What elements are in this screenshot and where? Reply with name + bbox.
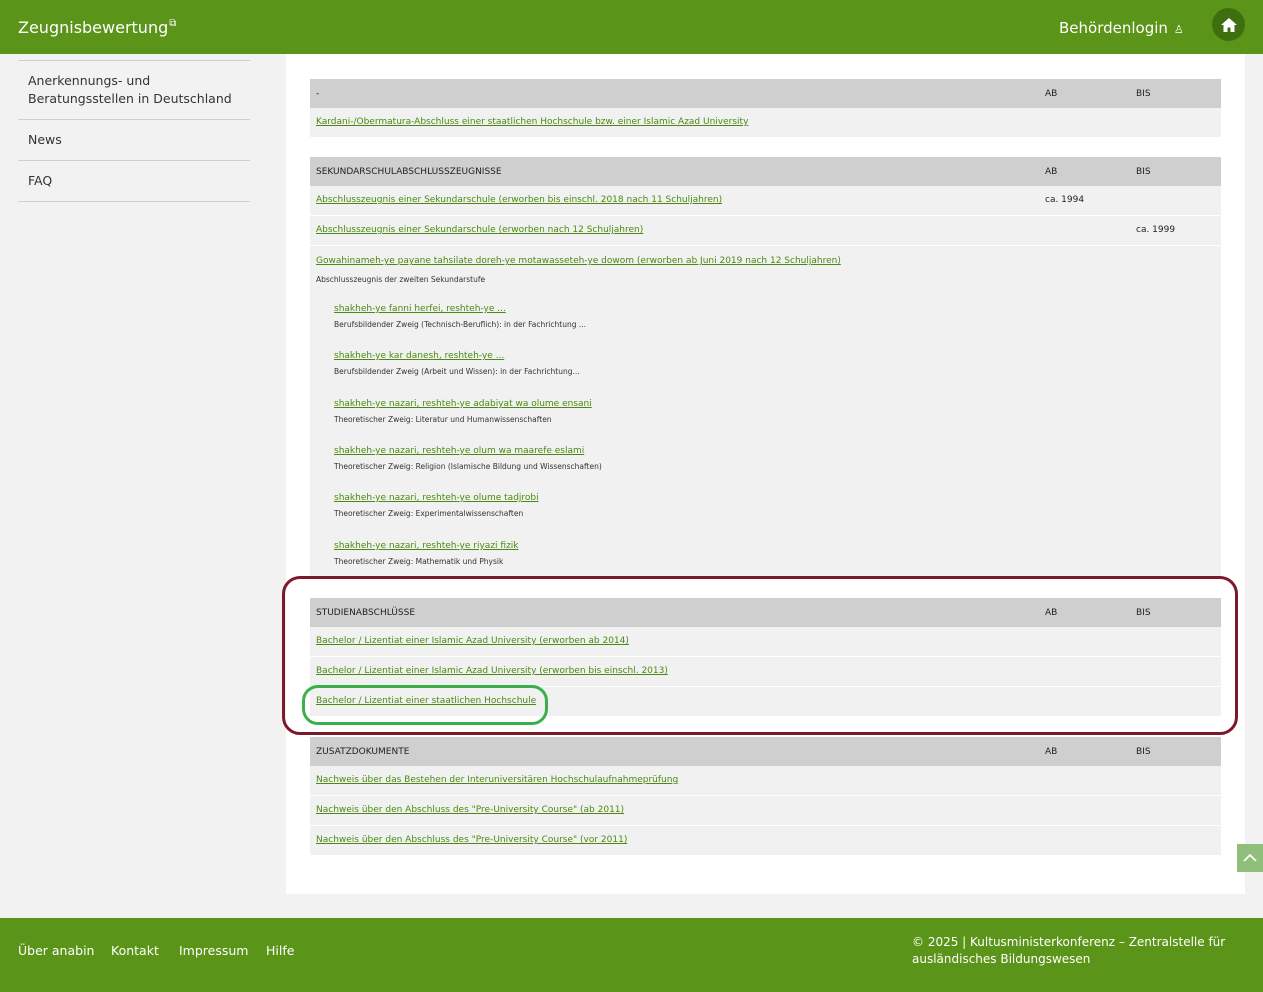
sub-document-description: Theoretischer Zweig: Mathematik und Phys… — [334, 557, 504, 566]
sub-document-link[interactable]: shakheh-ye kar danesh, reshteh-ye ... — [334, 351, 580, 361]
sidebar-item-faq[interactable]: FAQ — [18, 160, 250, 202]
sub-document-description: Theoretischer Zweig: Literatur und Human… — [334, 415, 552, 424]
sub-item: shakheh-ye kar danesh, reshteh-ye ... Be… — [334, 351, 580, 376]
copyright-text: © 2025 | Kultusministerkonferenz – Zentr… — [912, 935, 1226, 966]
highlight-ring-staatliche-hochschule — [302, 685, 548, 725]
authority-login-link[interactable]: Behördenlogin ♙ — [1059, 19, 1184, 37]
table-row: Abschlusszeugnis einer Sekundarschule (e… — [310, 216, 1221, 246]
header-bis: BIS — [1136, 747, 1151, 757]
footer-link-hilfe[interactable]: Hilfe — [266, 943, 294, 958]
table-zusatzdokumente: ZUSATZDOKUMENTE AB BIS Nachweis über das… — [310, 737, 1221, 856]
login-label: Behördenlogin — [1059, 19, 1168, 37]
home-icon — [1220, 17, 1237, 32]
document-link[interactable]: Gowahinameh-ye payane tahsilate doreh-ye… — [316, 256, 841, 266]
table-row: Abschlusszeugnis einer Sekundarschule (e… — [310, 186, 1221, 216]
sub-document-link[interactable]: shakheh-ye fanni herfei, reshteh-ye ... — [334, 304, 586, 314]
sub-item: shakheh-ye nazari, reshteh-ye adabiyat w… — [334, 399, 592, 424]
site-footer: Über anabin Kontakt Impressum Hilfe © 20… — [0, 918, 1263, 992]
header-ab: AB — [1045, 167, 1058, 177]
header-title: - — [316, 89, 320, 99]
sub-item: shakheh-ye fanni herfei, reshteh-ye ... … — [334, 304, 586, 329]
top-header: Zeugnisbewertung⧉ Behördenlogin ♙ — [0, 0, 1263, 54]
sidebar-nav: Anerkennungs- und Beratungsstellen in De… — [18, 60, 250, 202]
sub-document-link[interactable]: shakheh-ye nazari, reshteh-ye riyazi fiz… — [334, 541, 519, 551]
footer-link-kontakt[interactable]: Kontakt — [111, 943, 159, 958]
header-ab: AB — [1045, 747, 1058, 757]
table-row: Nachweis über das Bestehen der Interuniv… — [310, 766, 1221, 796]
external-link-icon: ⧉ — [169, 18, 177, 29]
header-ab: AB — [1045, 89, 1058, 99]
document-link[interactable]: Nachweis über den Abschluss des "Pre-Uni… — [316, 835, 627, 845]
sub-document-description: Theoretischer Zweig: Religion (Islamisch… — [334, 462, 602, 471]
table-header: ZUSATZDOKUMENTE AB BIS — [310, 737, 1221, 766]
sub-document-description: Berufsbildender Zweig (Arbeit und Wissen… — [334, 367, 580, 376]
header-bis: BIS — [1136, 167, 1151, 177]
scroll-to-top-button[interactable] — [1237, 844, 1263, 872]
sidebar-item-news[interactable]: News — [18, 119, 250, 160]
sub-document-link[interactable]: shakheh-ye nazari, reshteh-ye olume tadj… — [334, 493, 539, 503]
gowahinameh-block: Gowahinameh-ye payane tahsilate doreh-ye… — [310, 246, 1221, 576]
footer-link-impressum[interactable]: Impressum — [179, 943, 248, 958]
table-sekundarschule: SEKUNDARSCHULABSCHLUSSZEUGNISSE AB BIS A… — [310, 157, 1221, 576]
document-link[interactable]: Abschlusszeugnis einer Sekundarschule (e… — [316, 195, 722, 205]
sub-item: shakheh-ye nazari, reshteh-ye olum wa ma… — [334, 446, 602, 471]
brand-link[interactable]: Zeugnisbewertung⧉ — [18, 18, 176, 37]
sub-document-link[interactable]: shakheh-ye nazari, reshteh-ye adabiyat w… — [334, 399, 592, 409]
chevron-up-icon — [1243, 853, 1257, 862]
document-link[interactable]: Abschlusszeugnis einer Sekundarschule (e… — [316, 225, 643, 235]
table-kardani: - AB BIS Kardani-/Obermatura-Abschluss e… — [310, 79, 1221, 138]
header-title: SEKUNDARSCHULABSCHLUSSZEUGNISSE — [316, 167, 502, 177]
sub-document-description: Theoretischer Zweig: Experimentalwissens… — [334, 509, 524, 518]
home-button[interactable] — [1212, 8, 1245, 41]
sub-item: shakheh-ye nazari, reshteh-ye olume tadj… — [334, 493, 539, 518]
ab-value: ca. 1994 — [1045, 195, 1085, 205]
bis-value: ca. 1999 — [1136, 225, 1176, 235]
table-header: SEKUNDARSCHULABSCHLUSSZEUGNISSE AB BIS — [310, 157, 1221, 186]
document-link[interactable]: Kardani-/Obermatura-Abschluss einer staa… — [316, 117, 748, 127]
sub-document-link[interactable]: shakheh-ye nazari, reshteh-ye olum wa ma… — [334, 446, 602, 456]
brand-label: Zeugnisbewertung — [18, 18, 169, 37]
document-description: Abschlusszeugnis der zweiten Sekundarstu… — [316, 275, 486, 284]
sub-document-description: Berufsbildender Zweig (Technisch-Berufli… — [334, 320, 587, 329]
sidebar-item-anerkennungsstellen[interactable]: Anerkennungs- und Beratungsstellen in De… — [18, 60, 250, 119]
document-link[interactable]: Nachweis über den Abschluss des "Pre-Uni… — [316, 805, 624, 815]
table-row: Nachweis über den Abschluss des "Pre-Uni… — [310, 796, 1221, 826]
sub-item: shakheh-ye nazari, reshteh-ye riyazi fiz… — [334, 541, 519, 566]
footer-link-ueber-anabin[interactable]: Über anabin — [18, 943, 94, 958]
main-content: - AB BIS Kardani-/Obermatura-Abschluss e… — [286, 54, 1245, 894]
header-title: ZUSATZDOKUMENTE — [316, 747, 410, 757]
table-header: - AB BIS — [310, 79, 1221, 108]
table-row: Kardani-/Obermatura-Abschluss einer staa… — [310, 108, 1221, 138]
user-icon: ♙ — [1173, 23, 1184, 36]
table-row: Nachweis über den Abschluss des "Pre-Uni… — [310, 826, 1221, 856]
document-link[interactable]: Nachweis über das Bestehen der Interuniv… — [316, 775, 678, 785]
header-bis: BIS — [1136, 89, 1151, 99]
